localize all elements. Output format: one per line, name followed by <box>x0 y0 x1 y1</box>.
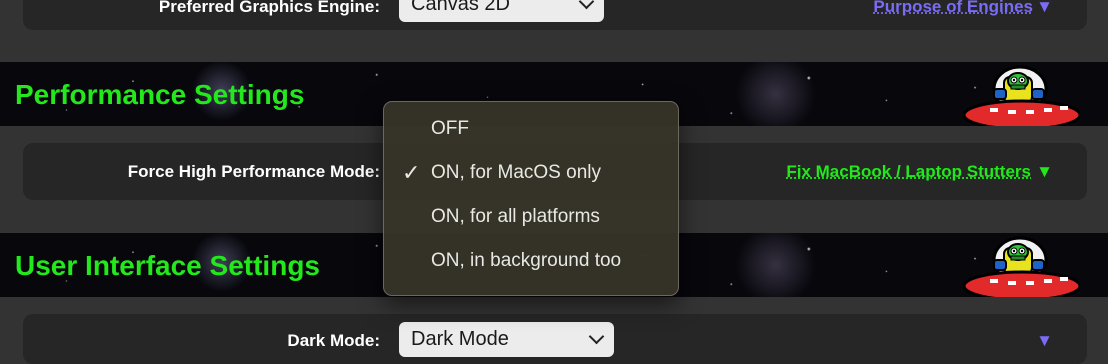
performance-option-macos-only[interactable]: ✓ ON, for MacOS only <box>384 153 678 193</box>
performance-mode-dropdown-menu: OFF ✓ ON, for MacOS only ON, for all pla… <box>383 101 679 296</box>
chevron-down-icon <box>588 328 605 345</box>
performance-option-all-platforms[interactable]: ON, for all platforms <box>384 197 678 237</box>
alien-ufo-icon <box>962 65 1080 126</box>
graphics-engine-select-value: Canvas 2D <box>411 0 510 15</box>
dark-mode-label: Dark Mode: <box>287 331 380 350</box>
performance-option-off[interactable]: OFF <box>384 109 678 149</box>
performance-option-background-too[interactable]: ON, in background too <box>384 241 678 281</box>
user-interface-settings-title: User Interface Settings <box>15 250 320 281</box>
performance-mode-label: Force High Performance Mode: <box>127 162 380 181</box>
graphics-engine-row: Preferred Graphics Engine: Canvas 2D Pur… <box>23 0 1087 30</box>
dark-mode-help-arrow-icon[interactable]: ▼ <box>1036 331 1053 351</box>
dark-mode-select-value: Dark Mode <box>411 328 509 350</box>
chevron-down-icon <box>578 0 595 10</box>
purpose-of-engines-arrow-icon[interactable]: ▼ <box>1036 0 1053 17</box>
fix-macbook-stutters-link[interactable]: Fix MacBook / Laptop Stutters <box>786 162 1031 182</box>
performance-option-label: ON, for MacOS only <box>431 162 601 183</box>
graphics-engine-select[interactable]: Canvas 2D <box>399 0 604 22</box>
performance-settings-title: Performance Settings <box>15 79 305 110</box>
purpose-of-engines-link[interactable]: Purpose of Engines <box>873 0 1033 17</box>
performance-option-label: ON, for all platforms <box>431 206 600 227</box>
performance-option-label: OFF <box>431 118 469 139</box>
graphics-engine-label: Preferred Graphics Engine: <box>158 0 380 16</box>
dark-mode-select[interactable]: Dark Mode <box>399 322 614 357</box>
alien-ufo-icon <box>962 236 1080 297</box>
dark-mode-row: Dark Mode: Dark Mode ▼ <box>23 314 1087 364</box>
performance-option-label: ON, in background too <box>431 250 622 271</box>
checkmark-icon: ✓ <box>402 160 421 185</box>
fix-macbook-stutters-arrow-icon[interactable]: ▼ <box>1036 162 1053 182</box>
